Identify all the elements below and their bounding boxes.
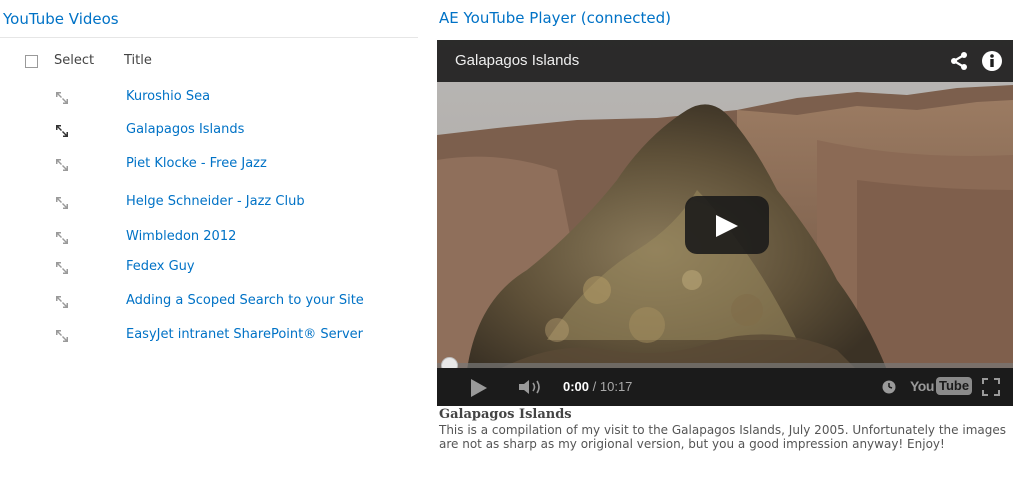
connection-arrows-icon[interactable] <box>55 158 69 172</box>
video-title-link[interactable]: Adding a Scoped Search to your Site <box>126 293 364 308</box>
connection-arrows-icon[interactable] <box>55 261 69 275</box>
select-all-checkbox[interactable] <box>25 55 38 68</box>
volume-icon[interactable] <box>519 379 545 395</box>
webpart-title[interactable]: YouTube Videos <box>3 10 119 28</box>
connection-arrows-icon[interactable] <box>55 124 69 138</box>
list-item[interactable]: EasyJet intranet SharePoint® Server <box>0 327 418 345</box>
video-title-link[interactable]: Fedex Guy <box>126 259 195 274</box>
player-title-bar: Galapagos Islands <box>437 40 1013 82</box>
video-title-link[interactable]: EasyJet intranet SharePoint® Server <box>126 327 363 342</box>
connection-arrows-icon[interactable] <box>55 295 69 309</box>
connection-arrows-icon[interactable] <box>55 91 69 105</box>
big-play-button[interactable] <box>685 196 769 254</box>
player-control-bar: 0:00 / 10:17 You Tube <box>437 368 1013 406</box>
current-time: 0:00 <box>563 379 590 394</box>
select-column-header[interactable]: Select <box>54 53 94 68</box>
youtube-player[interactable]: Galapagos Islands 0:00 / 10:17 You Tube <box>437 40 1013 406</box>
logo-you-text: You <box>910 378 934 394</box>
list-item[interactable]: Fedex Guy <box>0 259 418 277</box>
list-header-row: Select Title <box>0 53 418 71</box>
title-column-header[interactable]: Title <box>124 53 152 68</box>
list-item[interactable]: Wimbledon 2012 <box>0 229 418 247</box>
connection-arrows-icon[interactable] <box>55 231 69 245</box>
video-title-link[interactable]: Galapagos Islands <box>126 122 244 137</box>
clock-icon[interactable] <box>882 380 896 394</box>
list-item[interactable]: Helge Schneider - Jazz Club <box>0 194 418 212</box>
video-title-link[interactable]: Helge Schneider - Jazz Club <box>126 194 305 209</box>
title-divider <box>0 37 418 38</box>
total-time: / 10:17 <box>589 379 633 394</box>
share-icon[interactable] <box>949 51 969 71</box>
connection-arrows-icon[interactable] <box>55 329 69 343</box>
big-play-icon <box>716 215 738 237</box>
fullscreen-icon[interactable] <box>982 378 1000 396</box>
list-item[interactable]: Kuroshio Sea <box>0 89 418 107</box>
video-title[interactable]: Galapagos Islands <box>455 52 579 69</box>
list-item[interactable]: Adding a Scoped Search to your Site <box>0 293 418 311</box>
video-title-link[interactable]: Piet Klocke - Free Jazz <box>126 156 267 171</box>
video-description-title: Galapagos Islands <box>439 407 572 422</box>
list-item[interactable]: Galapagos Islands <box>0 122 418 140</box>
play-icon[interactable] <box>471 379 487 397</box>
player-webpart-title[interactable]: AE YouTube Player (connected) <box>439 9 671 27</box>
video-title-link[interactable]: Kuroshio Sea <box>126 89 210 104</box>
time-display: 0:00 / 10:17 <box>563 379 632 394</box>
video-title-link[interactable]: Wimbledon 2012 <box>126 229 236 244</box>
list-item[interactable]: Piet Klocke - Free Jazz <box>0 156 418 174</box>
info-icon[interactable] <box>981 50 1003 72</box>
connection-arrows-icon[interactable] <box>55 196 69 210</box>
logo-tube-text: Tube <box>936 377 973 395</box>
video-description: This is a compilation of my visit to the… <box>439 423 1006 451</box>
